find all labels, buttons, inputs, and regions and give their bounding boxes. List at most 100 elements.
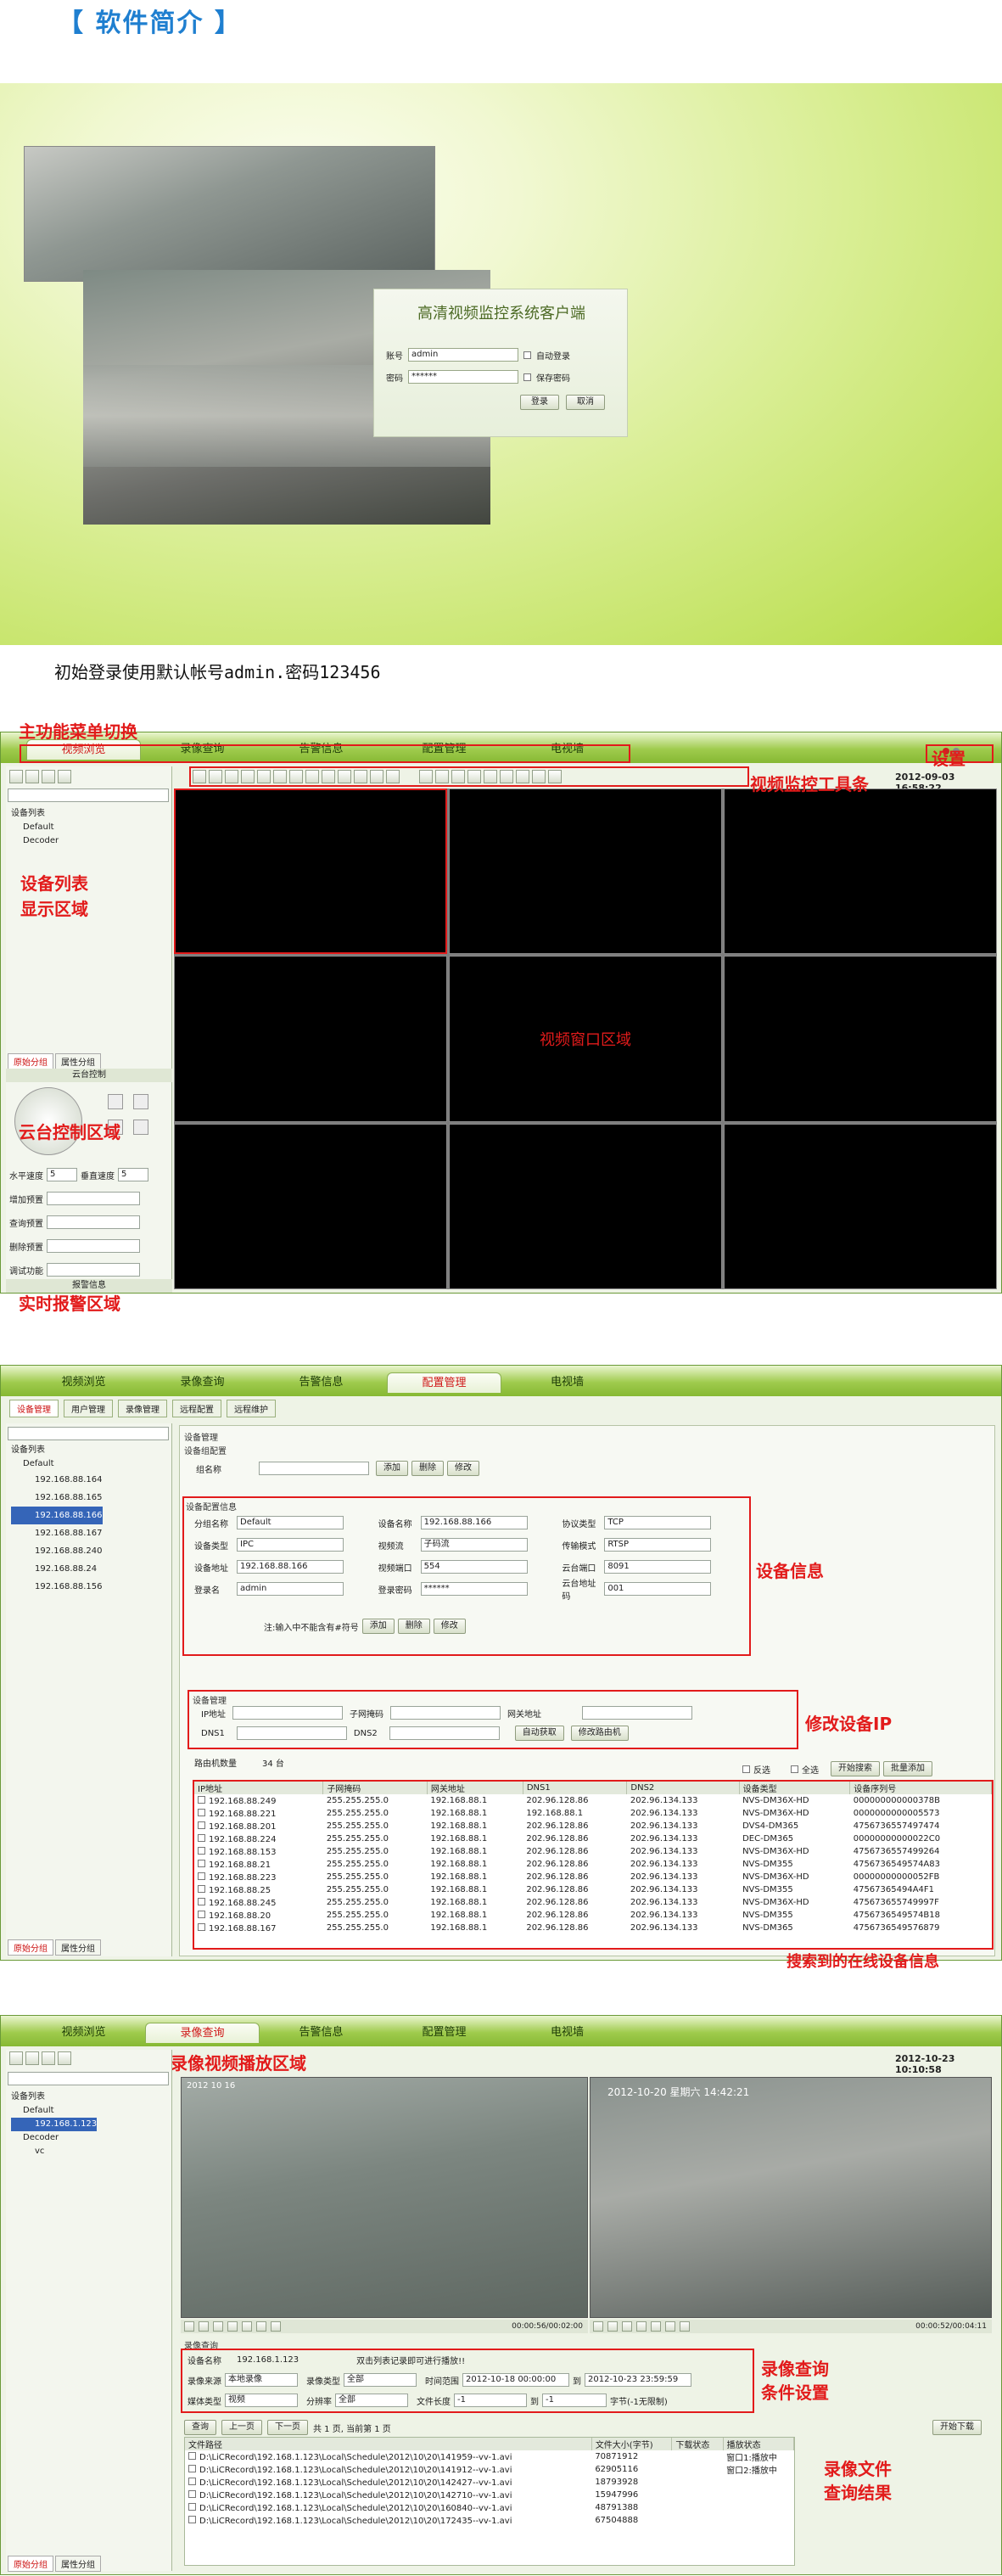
subtab-user[interactable]: 用户管理 — [64, 1400, 113, 1417]
tree-item-selected[interactable]: 192.168.88.166 — [11, 1507, 103, 1524]
stream-select[interactable]: 子码流 — [420, 1538, 528, 1552]
video-cell-8[interactable] — [449, 1123, 722, 1289]
modify-router-button[interactable]: 修改路由机 — [570, 1726, 629, 1741]
zoom-out-icon[interactable] — [58, 770, 71, 783]
pause-icon[interactable] — [199, 2321, 209, 2332]
tree-item[interactable]: 192.168.88.167 — [11, 1524, 103, 1542]
tab-attr-group[interactable]: 属性分组 — [55, 1939, 101, 1956]
file-row[interactable]: D:\LiCRecord\192.168.1.123\Local\Schedul… — [185, 2489, 794, 2501]
device-col-header[interactable]: 网关地址 — [427, 1782, 523, 1794]
file-col-header[interactable]: 播放状态 — [723, 2438, 794, 2450]
row-checkbox[interactable] — [198, 1884, 205, 1893]
file-checkbox[interactable] — [188, 2489, 196, 2498]
tab-alarm-info[interactable]: 告警信息 — [264, 2023, 378, 2043]
start-download-button[interactable]: 开始下载 — [932, 2420, 982, 2435]
tab-tv-wall[interactable]: 电视墙 — [510, 2023, 624, 2043]
file-checkbox[interactable] — [188, 2515, 196, 2523]
table-row[interactable]: 192.168.88.223 255.255.255.0 192.168.88.1 2… — [194, 1871, 992, 1883]
pport-input[interactable]: 8091 — [604, 1560, 712, 1574]
ptz-focus-button[interactable] — [133, 1094, 148, 1109]
query-preset-select[interactable] — [47, 1215, 140, 1229]
row-checkbox[interactable] — [198, 1910, 205, 1918]
q-res-select[interactable]: 全部 — [335, 2394, 408, 2407]
tree-item[interactable]: Decoder — [11, 2131, 97, 2145]
tree-item[interactable]: Default — [11, 1457, 103, 1471]
table-row[interactable]: 192.168.88.201 255.255.255.0 192.168.88.1 2… — [194, 1820, 992, 1832]
user-input[interactable]: admin — [237, 1582, 344, 1596]
video-cell-7[interactable] — [174, 1123, 447, 1289]
cancel-button[interactable]: 取消 — [566, 395, 605, 410]
snapshot-icon[interactable] — [271, 2321, 281, 2332]
step-icon[interactable] — [665, 2321, 675, 2332]
file-checkbox[interactable] — [188, 2502, 196, 2511]
tab-attr-group[interactable]: 属性分组 — [55, 2556, 101, 2572]
video-cell-9[interactable] — [724, 1123, 997, 1289]
group-del-button[interactable]: 删除 — [411, 1461, 444, 1476]
tree-item-selected[interactable]: 192.168.1.123 — [11, 2118, 98, 2131]
proto-select[interactable]: TCP — [604, 1516, 712, 1529]
row-checkbox[interactable] — [198, 1821, 205, 1829]
query-button[interactable]: 查询 — [184, 2420, 216, 2435]
h-speed-select[interactable]: 5 — [47, 1168, 77, 1181]
select-all-checkbox[interactable] — [791, 1765, 798, 1773]
tree-item-decoder[interactable]: Decoder — [11, 834, 59, 848]
video-cell-6[interactable] — [724, 956, 997, 1122]
auto-login-checkbox[interactable] — [523, 351, 531, 359]
file-checkbox[interactable] — [188, 2451, 196, 2460]
table-row[interactable]: 192.168.88.153 255.255.255.0 192.168.88.1 2… — [194, 1845, 992, 1858]
pause-icon[interactable] — [607, 2321, 618, 2332]
table-row[interactable]: 192.168.88.20 255.255.255.0 192.168.88.1 20… — [194, 1909, 992, 1922]
video-cell-5[interactable]: 视频窗口区域 — [449, 956, 722, 1122]
pwd-input[interactable]: ****** — [420, 1582, 528, 1596]
vport-input[interactable]: 554 — [420, 1560, 528, 1574]
tree-root[interactable]: 设备列表 — [11, 807, 59, 821]
file-col-header[interactable]: 下载状态 — [671, 2438, 724, 2450]
aux-select[interactable] — [47, 1263, 140, 1277]
subtab-record[interactable]: 录像管理 — [118, 1400, 167, 1417]
playback-window-2[interactable]: 2012-10-20 星期六 14:42:21 — [590, 2077, 992, 2318]
table-row[interactable]: 192.168.88.25 255.255.255.0 192.168.88.1 20… — [194, 1883, 992, 1896]
tree-item[interactable]: 192.168.88.156 — [11, 1578, 103, 1596]
tab-basic-group[interactable]: 原始分组 — [8, 1939, 53, 1956]
q-rtype-select[interactable]: 全部 — [344, 2373, 417, 2387]
q-media-select[interactable]: 视频 — [225, 2394, 298, 2407]
password-field[interactable]: ****** — [408, 370, 518, 384]
dns1-input[interactable] — [236, 1726, 347, 1740]
zoom-out-icon[interactable] — [58, 2051, 71, 2065]
play-icon[interactable] — [184, 2321, 194, 2332]
table-row[interactable]: 192.168.88.221 255.255.255.0 192.168.88.1 1… — [194, 1807, 992, 1820]
cfg-add-button[interactable]: 添加 — [361, 1619, 395, 1634]
tree-item[interactable]: vc — [11, 2145, 97, 2158]
ptz-light-button[interactable] — [133, 1120, 148, 1135]
ip-input[interactable] — [232, 1706, 343, 1720]
record-search-input[interactable] — [8, 2072, 169, 2085]
fast-forward-icon[interactable] — [636, 2321, 647, 2332]
tree-root[interactable]: 设备列表 — [11, 2091, 97, 2104]
file-checkbox[interactable] — [188, 2464, 196, 2472]
cfg-mod-button[interactable]: 修改 — [433, 1619, 466, 1634]
devname-input[interactable]: 192.168.88.166 — [420, 1516, 528, 1529]
step-icon[interactable] — [256, 2321, 266, 2332]
file-row[interactable]: D:\LiCRecord\192.168.1.123\Local\Schedul… — [185, 2476, 794, 2489]
hand-icon[interactable] — [25, 770, 39, 783]
tree-item[interactable]: 192.168.88.24 — [11, 1560, 103, 1578]
del-preset-select[interactable] — [47, 1239, 140, 1253]
stop-icon[interactable] — [213, 2321, 223, 2332]
zoom-in-icon[interactable] — [42, 770, 55, 783]
device-col-header[interactable]: IP地址 — [194, 1782, 324, 1794]
device-col-header[interactable]: DNS1 — [523, 1782, 628, 1794]
snapshot-icon[interactable] — [680, 2321, 690, 2332]
file-row[interactable]: D:\LiCRecord\192.168.1.123\Local\Schedul… — [185, 2514, 794, 2527]
save-password-checkbox[interactable] — [523, 373, 531, 381]
tree-item[interactable]: 192.168.88.164 — [11, 1471, 103, 1489]
tree-item[interactable]: Default — [11, 2104, 97, 2118]
tree-item-default[interactable]: Default — [11, 821, 59, 834]
row-checkbox[interactable] — [198, 1859, 205, 1867]
table-row[interactable]: 192.168.88.21 255.255.255.0 192.168.88.1 20… — [194, 1858, 992, 1871]
file-col-header[interactable]: 文件大小(字节) — [591, 2438, 673, 2450]
config-search-input[interactable] — [8, 1427, 169, 1440]
tab-video-browse[interactable]: 视频浏览 — [26, 1372, 141, 1393]
ptz-zoom-button[interactable] — [108, 1094, 123, 1109]
pointer-icon[interactable] — [9, 2051, 23, 2065]
tab-record-query[interactable]: 录像查询 — [145, 1372, 260, 1393]
